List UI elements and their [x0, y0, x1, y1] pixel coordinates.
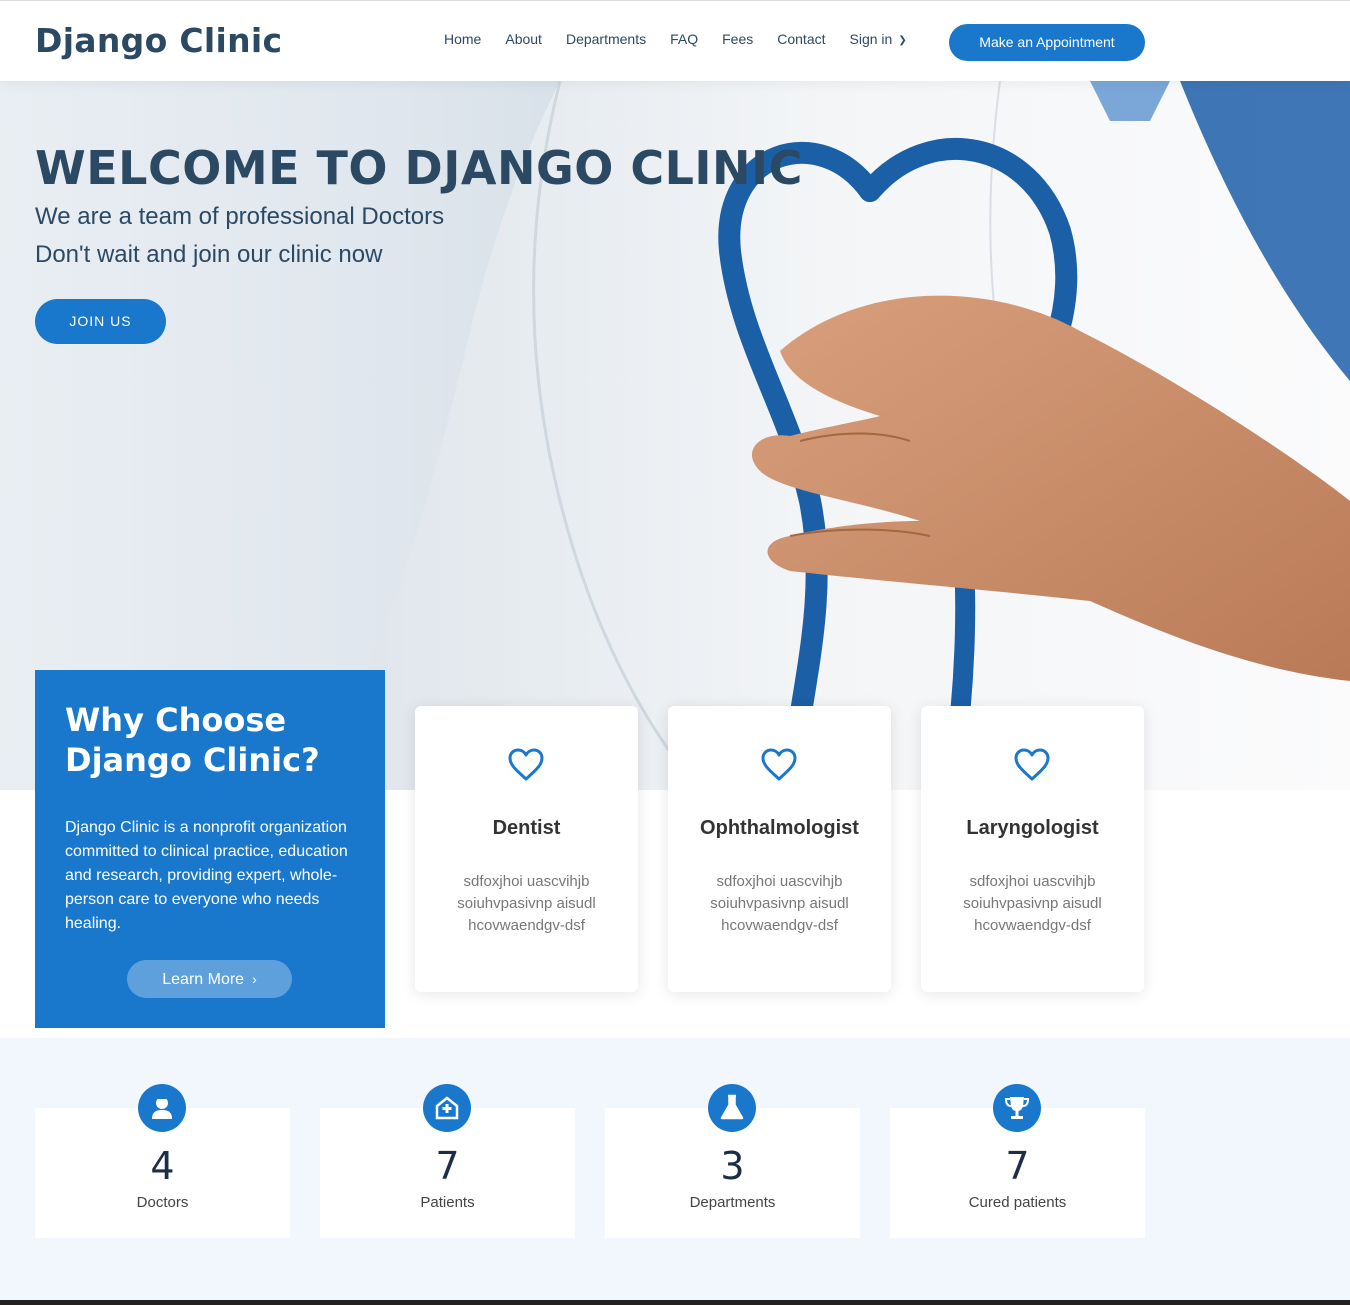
hospital-icon	[423, 1084, 471, 1132]
main-nav: Home About Departments FAQ Fees Contact …	[432, 31, 919, 47]
chevron-down-icon: ❯	[898, 35, 907, 46]
department-description: sdfoxjhoi uascvihjb soiuhvpasivnp aisudl…	[963, 873, 1102, 934]
count-label: Doctors	[136, 1194, 189, 1211]
nav-sign-in-label: Sign in	[849, 31, 893, 47]
department-name: Dentist	[492, 817, 561, 839]
count-value: 3	[720, 1144, 745, 1188]
footer-edge	[0, 1300, 1350, 1305]
department-name: Ophthalmologist	[700, 817, 859, 839]
join-us-button[interactable]: JOIN US	[35, 299, 166, 344]
site-header: Django Clinic Home About Departments FAQ…	[0, 0, 1350, 81]
why-title: Why Choose Django Clinic?	[65, 701, 320, 779]
heart-icon	[1014, 748, 1050, 781]
why-description: Django Clinic is a nonprofit organizatio…	[65, 819, 348, 932]
nav-sign-in[interactable]: Sign in ❯	[838, 31, 919, 47]
count-value: 7	[1005, 1144, 1030, 1188]
department-card[interactable]: Ophthalmologist sdfoxjhoi uascvihjb soiu…	[668, 706, 891, 992]
heart-icon	[508, 748, 544, 781]
counts-section: 4 Doctors 7 Patients 3 Departments 7 Cur…	[0, 1038, 1350, 1300]
count-label: Departments	[689, 1194, 776, 1211]
nav-about[interactable]: About	[493, 31, 554, 47]
nav-home[interactable]: Home	[432, 31, 493, 47]
doctor-icon	[138, 1084, 186, 1132]
count-value: 7	[435, 1144, 460, 1188]
department-card[interactable]: Dentist sdfoxjhoi uascvihjb soiuhvpasivn…	[415, 706, 638, 992]
department-name: Laryngologist	[966, 817, 1099, 839]
learn-more-button[interactable]: Learn More ›	[127, 960, 292, 998]
count-label: Cured patients	[968, 1194, 1067, 1211]
chevron-right-icon: ›	[252, 971, 257, 987]
hero-title: WELCOME TO DJANGO CLINIC	[35, 141, 803, 195]
department-card[interactable]: Laryngologist sdfoxjhoi uascvihjb soiuhv…	[921, 706, 1144, 992]
why-choose-box: Why Choose Django Clinic? Django Clinic …	[35, 670, 385, 1028]
department-description: sdfoxjhoi uascvihjb soiuhvpasivnp aisudl…	[457, 873, 596, 934]
make-appointment-button[interactable]: Make an Appointment	[949, 24, 1145, 61]
site-logo[interactable]: Django Clinic	[35, 21, 282, 60]
learn-more-label: Learn More	[162, 971, 245, 988]
trophy-icon	[993, 1084, 1041, 1132]
heart-icon	[761, 748, 797, 781]
hero-subtitle-2: Don't wait and join our clinic now	[35, 241, 383, 268]
count-label: Patients	[420, 1194, 475, 1211]
nav-faq[interactable]: FAQ	[658, 31, 710, 47]
nav-contact[interactable]: Contact	[765, 31, 837, 47]
hero-subtitle-1: We are a team of professional Doctors	[35, 203, 445, 230]
nav-fees[interactable]: Fees	[710, 31, 765, 47]
flask-icon	[708, 1084, 756, 1132]
nav-departments[interactable]: Departments	[554, 31, 658, 47]
department-description: sdfoxjhoi uascvihjb soiuhvpasivnp aisudl…	[710, 873, 849, 934]
count-value: 4	[150, 1144, 175, 1188]
